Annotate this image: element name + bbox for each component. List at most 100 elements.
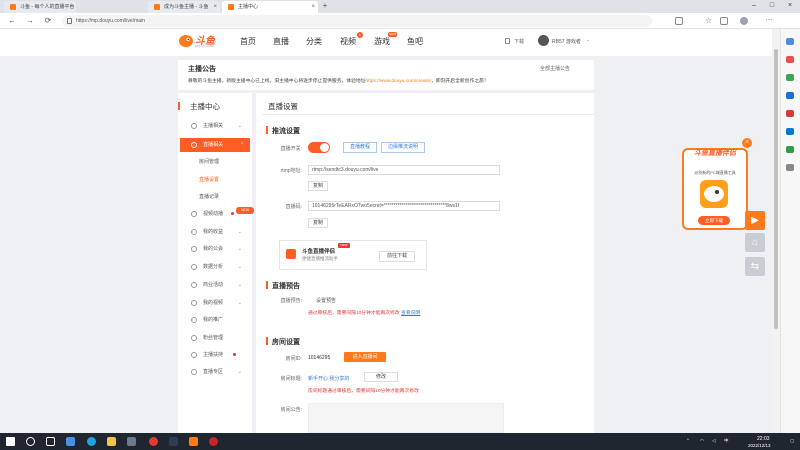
reading-view-icon[interactable] [675, 17, 683, 25]
floating-home-icon[interactable]: ⌂ [745, 233, 765, 252]
back-icon[interactable]: ← [6, 15, 18, 27]
rtmp-address-field[interactable]: rtmp://sendtc3.douyu.com/live [308, 165, 500, 175]
close-icon[interactable]: × [69, 1, 73, 13]
avatar[interactable] [538, 35, 549, 46]
edit-room-title-button[interactable]: 修改 [364, 372, 398, 382]
nav-live[interactable]: 直播 [273, 36, 289, 47]
windows-start-icon[interactable] [6, 437, 15, 446]
file-explorer-icon[interactable] [107, 437, 116, 446]
tab-streamer-center[interactable]: 主播中心 × [222, 1, 318, 13]
assistant-download-button[interactable]: 前往下载 [379, 251, 415, 262]
search-icon[interactable] [786, 38, 794, 45]
stream-code-field[interactable]: 10146295rTeEARxO7wo5ecret=**************… [308, 201, 500, 211]
nav-game[interactable]: 游戏 NEW [374, 32, 397, 47]
refresh-icon[interactable]: ⟳ [42, 15, 54, 27]
nav-home[interactable]: 首页 [240, 36, 256, 47]
chevron-down-icon[interactable]: ⌄ [586, 37, 590, 43]
enter-room-button[interactable]: 进入直播间 [344, 352, 386, 362]
office-icon[interactable] [786, 110, 794, 117]
tools-icon[interactable] [786, 74, 794, 81]
promo-download-button[interactable]: 立即下载 [698, 216, 730, 225]
view-all-announcements-link[interactable]: 全部主播公告 [540, 65, 570, 72]
shopping-icon[interactable] [786, 56, 794, 63]
nav-fishbar[interactable]: 鱼吧 [407, 36, 423, 47]
promo-close-icon[interactable]: × [742, 138, 752, 148]
preview-warning: 通过审核后，需要间隔10分钟才能再次修改 查看说明 [308, 309, 420, 316]
sidebar-item-income[interactable]: 我的收益 ⌄ [188, 226, 248, 238]
sidebar-item-my-video[interactable]: 我的视频 ⌄ [188, 297, 248, 309]
sidebar-sub-room-manage[interactable]: 房间管理 [199, 158, 219, 165]
collections-icon[interactable] [720, 17, 728, 25]
task-view-icon[interactable] [46, 437, 55, 446]
app-icon[interactable] [209, 437, 218, 446]
live-guide-button[interactable]: 直播教程 [343, 142, 377, 153]
sidebar-item-fans[interactable]: 粉丝管理 [188, 332, 248, 344]
ime-icon[interactable]: 中 [724, 438, 729, 444]
sidebar-item-zone[interactable]: 直播专区 ⌄ [188, 366, 248, 378]
add-icon[interactable] [786, 164, 794, 171]
close-icon[interactable]: × [311, 1, 315, 13]
edge-icon[interactable] [87, 437, 96, 446]
sidebar-item-analytics[interactable]: 数据分析 ⌄ [188, 261, 248, 273]
sidebar-item-live[interactable]: 直播相关 ⌃ [180, 138, 250, 152]
maximize-icon[interactable]: □ [763, 0, 781, 12]
edge-push-guide-button[interactable]: 边缘推流说明 [381, 142, 425, 153]
nav-video[interactable]: 视频 6 [340, 32, 363, 47]
steam-icon[interactable] [169, 437, 178, 446]
copy-code-button[interactable]: 复制 [308, 218, 328, 228]
minimize-icon[interactable]: – [745, 0, 763, 12]
floating-share-icon[interactable]: ⇆ [745, 257, 765, 276]
wifi-icon[interactable]: ◠ [700, 438, 704, 444]
widgets-icon[interactable] [66, 437, 75, 446]
lock-icon [67, 18, 72, 24]
drop-icon[interactable] [786, 146, 794, 153]
tab-douyu-home[interactable]: 斗鱼 - 每个人的直播平台 × [4, 1, 76, 13]
clock-date[interactable]: 2022/12/13 [748, 443, 771, 448]
page-scrollbar[interactable] [772, 29, 780, 433]
outlook-icon[interactable] [786, 128, 794, 135]
close-icon[interactable]: × [213, 1, 217, 13]
tray-chevron-icon[interactable]: ⌃ [686, 438, 690, 444]
sidebar-item-support[interactable]: 主播扶持 [188, 349, 248, 361]
nav-category[interactable]: 分类 [306, 36, 322, 47]
app-icon[interactable] [149, 437, 158, 446]
download-link[interactable]: 下载 [514, 38, 524, 45]
url-text: https://mp.douyu.com/live/main [76, 18, 145, 24]
volume-icon[interactable]: ◁ [712, 438, 715, 444]
sidebar-item-label: 直播专区 [203, 369, 224, 375]
promo-subtitle: 派别新的PC端直播工具 [694, 170, 736, 175]
window-close-icon[interactable]: × [781, 0, 799, 12]
sidebar-item-business[interactable]: 商业活动 ⌄ [188, 279, 248, 291]
floating-play-icon[interactable]: ▶ [745, 211, 765, 230]
douyu-logo[interactable]: 斗鱼 DOUYU.COM [178, 32, 218, 50]
forward-icon[interactable]: → [24, 15, 36, 27]
scrollbar-thumb[interactable] [774, 49, 778, 329]
more-menu-icon[interactable]: ··· [765, 16, 773, 25]
download-icon[interactable] [505, 38, 510, 44]
copy-rtmp-button[interactable]: 复制 [308, 181, 328, 191]
sidebar-sub-live-records[interactable]: 直播记录 [199, 193, 219, 200]
set-preview-link[interactable]: 设置预告 [316, 297, 336, 304]
search-icon[interactable] [26, 437, 35, 446]
sidebar-item-promotion[interactable]: 我的推广 [188, 314, 248, 326]
clock-time[interactable]: 22:03 [757, 436, 770, 442]
announcement-link[interactable]: https://www.douyu.com/creator [366, 79, 432, 84]
url-input[interactable]: https://mp.douyu.com/live/main [62, 15, 652, 27]
douyu-assistant-icon[interactable] [189, 437, 198, 446]
sidebar-item-streamer[interactable]: 主播相关 ⌄ [188, 120, 248, 132]
favorites-icon[interactable]: ☆ [705, 17, 713, 25]
tab-become-streamer[interactable]: 成为斗鱼主播 - 斗鱼 × [148, 1, 220, 13]
preview-help-link[interactable]: 查看说明 [401, 311, 420, 316]
notifications-icon[interactable]: ▢ [790, 438, 794, 444]
new-tab-icon[interactable]: + [320, 1, 330, 12]
games-icon[interactable] [786, 92, 794, 99]
live-switch-toggle[interactable] [308, 142, 330, 153]
store-icon[interactable] [127, 437, 136, 446]
room-notice-textarea[interactable] [308, 403, 504, 433]
sidebar-sub-live-settings[interactable]: 直播设置 [199, 176, 219, 183]
chart-icon [191, 264, 197, 270]
profile-icon[interactable] [740, 17, 748, 25]
username[interactable]: RB57 游戏者 [552, 38, 581, 45]
sidebar-item-guild[interactable]: 我的公会 ⌄ [188, 243, 248, 255]
live-icon [191, 142, 197, 148]
